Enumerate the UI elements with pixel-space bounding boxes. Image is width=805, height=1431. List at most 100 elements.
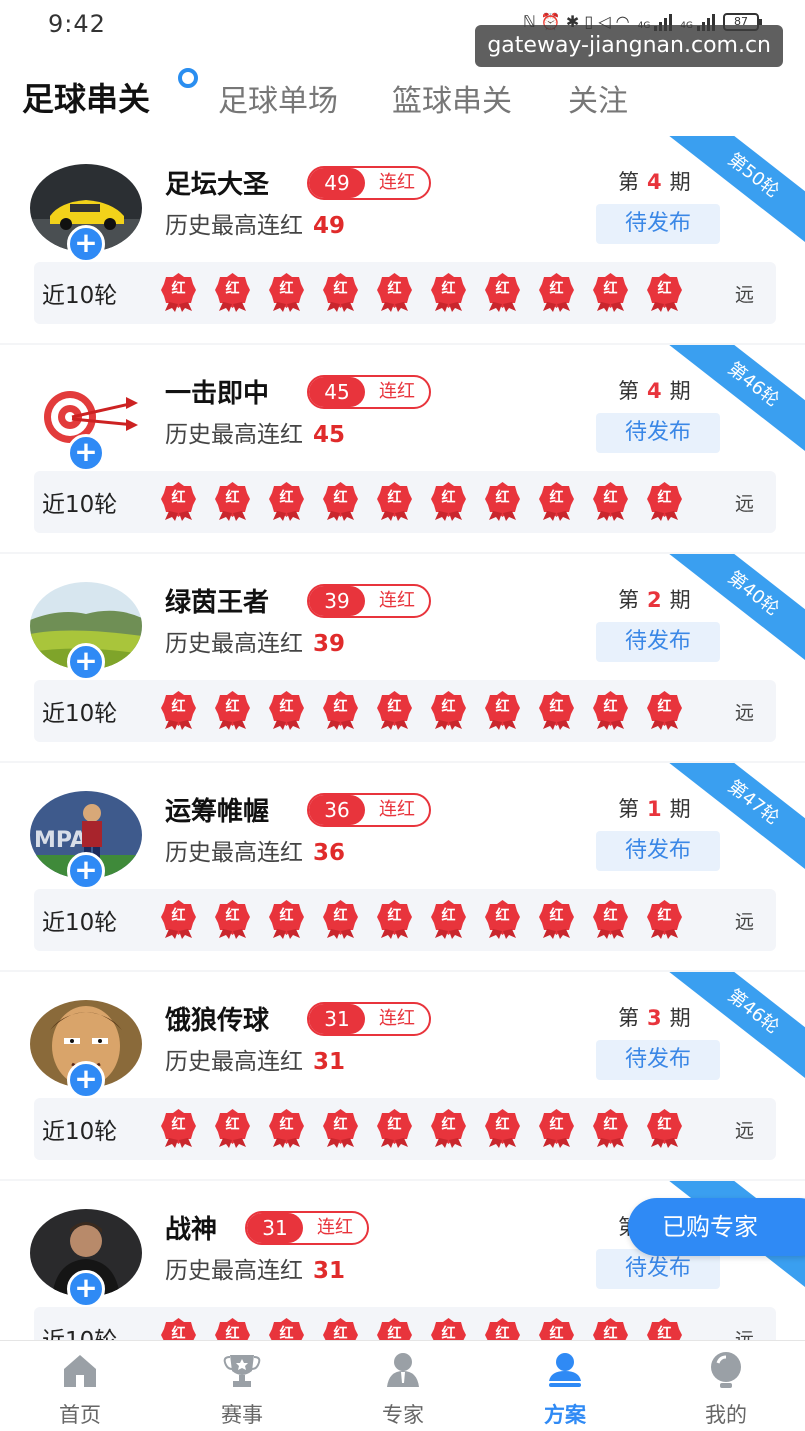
red-result-badge: 红 [484, 481, 521, 521]
badge-text: 红 [603, 281, 618, 297]
result-badges: 红红红红红红红红红红 [160, 272, 683, 314]
red-result-badge: 红 [322, 1108, 359, 1148]
follow-plus-button[interactable]: + [67, 1061, 105, 1099]
badge-text: 红 [333, 490, 348, 506]
bottom-nav: 首页 赛事 专家 方案 我的 [0, 1340, 805, 1431]
nav-home[interactable]: 首页 [30, 1351, 130, 1427]
badge-text: 红 [171, 699, 186, 715]
history-value: 39 [313, 631, 346, 657]
follow-plus-button[interactable]: + [67, 1270, 105, 1308]
follow-plus-button[interactable]: + [67, 434, 105, 472]
red-result-badge: 红 [646, 899, 683, 939]
expert-card[interactable]: + 一击即中 45 连红 历史最高连红 45 第4期 待发布 第46轮 近10轮 … [0, 345, 805, 552]
pending-status[interactable]: 待发布 [596, 622, 720, 662]
red-result-badge: 红 [214, 690, 251, 730]
red-result-badge: 红 [160, 1317, 197, 1340]
expert-card[interactable]: + 足坛大圣 49 连红 历史最高连红 49 第4期 待发布 第50轮 近10轮 … [0, 136, 805, 343]
pending-status[interactable]: 待发布 [596, 1040, 720, 1080]
red-result-badge: 红 [592, 690, 629, 730]
period-prefix: 第 [618, 379, 639, 403]
tab-follow[interactable]: 关注 [568, 76, 628, 120]
pending-status[interactable]: 待发布 [596, 413, 720, 453]
history-best: 历史最高连红 45 [165, 415, 345, 449]
badge-text: 红 [387, 490, 402, 506]
period-number: 3 [647, 1006, 662, 1030]
streak-label: 连红 [379, 172, 415, 193]
follow-plus-button[interactable]: + [67, 225, 105, 263]
history-label: 历史最高连红 [165, 840, 303, 866]
red-result-badge: 红 [322, 272, 359, 312]
nav-matches-label: 赛事 [221, 1403, 263, 1427]
red-result-badge: 红 [592, 1108, 629, 1148]
red-result-badge: 红 [430, 481, 467, 521]
follow-plus-button[interactable]: + [67, 852, 105, 890]
badge-text: 红 [603, 490, 618, 506]
expert-name: 运筹帷幄 [165, 797, 270, 827]
red-result-badge: 红 [592, 1317, 629, 1340]
red-result-badge: 红 [376, 1317, 413, 1340]
badge-text: 红 [171, 1117, 186, 1133]
red-result-badge: 红 [592, 272, 629, 312]
profile-icon [711, 1352, 741, 1388]
streak-badge: 31 连红 [245, 1211, 369, 1245]
red-result-badge: 红 [160, 272, 197, 312]
period-suffix: 期 [669, 588, 691, 612]
red-result-badge: 红 [538, 1317, 575, 1340]
recent-label: 近10轮 [42, 492, 118, 518]
nav-matches[interactable]: 赛事 [192, 1351, 292, 1427]
red-result-badge: 红 [268, 899, 305, 939]
red-result-badge: 红 [430, 1108, 467, 1148]
badge-text: 红 [225, 1326, 240, 1340]
badge-text: 红 [441, 1117, 456, 1133]
pending-status[interactable]: 待发布 [596, 831, 720, 871]
nav-mine[interactable]: 我的 [676, 1351, 776, 1427]
far-label: 远 [734, 911, 754, 933]
history-value: 36 [313, 840, 346, 866]
plan-icon [549, 1353, 581, 1387]
period-prefix: 第 [618, 797, 639, 821]
result-badges: 红红红红红红红红红红 [160, 899, 683, 941]
far-label: 远 [734, 1329, 754, 1340]
expert-card[interactable]: + 绿茵王者 39 连红 历史最高连红 39 第2期 待发布 第40轮 近10轮 … [0, 554, 805, 761]
streak-badge: 45 连红 [307, 375, 431, 409]
period: 第4期 [618, 166, 691, 196]
red-result-badge: 红 [322, 899, 359, 939]
pending-status[interactable]: 待发布 [596, 204, 720, 244]
badge-text: 红 [495, 281, 510, 297]
tab-football-parlay[interactable]: 足球串关 [22, 74, 150, 120]
history-label: 历史最高连红 [165, 422, 303, 448]
status-time: 9:42 [48, 10, 106, 38]
expert-icon [387, 1353, 419, 1387]
nav-plans[interactable]: 方案 [515, 1351, 615, 1427]
expert-card[interactable]: MPA + 运筹帷幄 36 连红 历史最高连红 36 第1期 待发布 第47轮 近… [0, 763, 805, 970]
badge-text: 红 [387, 699, 402, 715]
tab-basketball-parlay[interactable]: 篮球串关 [392, 76, 512, 120]
red-result-badge: 红 [214, 1317, 251, 1340]
follow-plus-button[interactable]: + [67, 643, 105, 681]
nav-experts[interactable]: 专家 [353, 1351, 453, 1427]
recent-rounds: 近10轮 红 红 红 红 红 红 红 红 红 红 远 [34, 680, 776, 742]
history-value: 31 [313, 1049, 346, 1075]
badge-text: 红 [657, 908, 672, 924]
watermark: gateway-jiangnan.com.cn [475, 25, 783, 67]
far-label: 远 [734, 493, 754, 515]
red-result-badge: 红 [160, 1108, 197, 1148]
badge-text: 红 [441, 908, 456, 924]
recent-rounds: 近10轮 红 红 红 红 红 红 红 红 红 红 远 [34, 1098, 776, 1160]
purchased-experts-button[interactable]: 已购专家 [628, 1198, 805, 1256]
tab-football-single[interactable]: 足球单场 [218, 76, 338, 120]
svg-text:MPA: MPA [34, 828, 87, 853]
badge-text: 红 [549, 699, 564, 715]
period-prefix: 第 [618, 588, 639, 612]
period: 第2期 [618, 584, 691, 614]
history-label: 历史最高连红 [165, 1258, 303, 1284]
expert-list: + 足坛大圣 49 连红 历史最高连红 49 第4期 待发布 第50轮 近10轮 … [0, 136, 805, 1340]
result-badges: 红红红红红红红红红红 [160, 690, 683, 732]
red-result-badge: 红 [646, 481, 683, 521]
red-result-badge: 红 [538, 899, 575, 939]
recent-rounds: 近10轮 红 红 红 红 红 红 红 红 红 红 远 [34, 889, 776, 951]
expert-name: 足坛大圣 [165, 170, 270, 200]
badge-text: 红 [279, 1117, 294, 1133]
expert-card[interactable]: + 饿狼传球 31 连红 历史最高连红 31 第3期 待发布 第46轮 近10轮 … [0, 972, 805, 1179]
red-result-badge: 红 [376, 690, 413, 730]
